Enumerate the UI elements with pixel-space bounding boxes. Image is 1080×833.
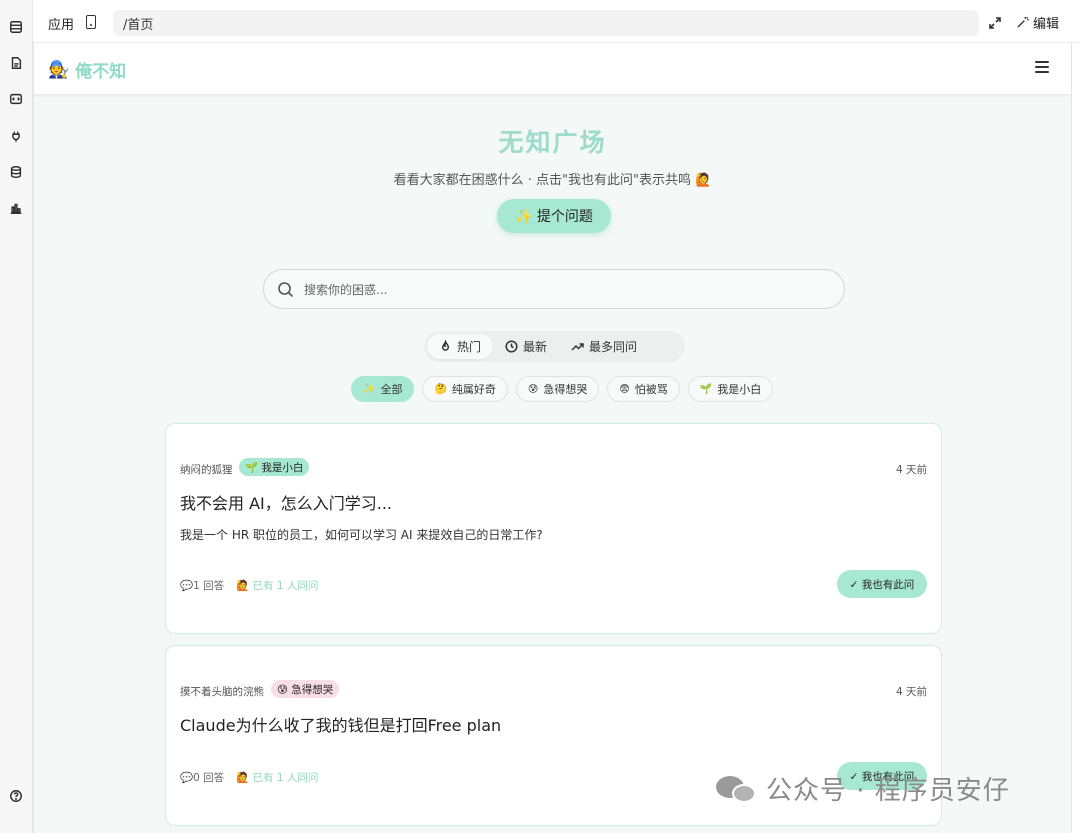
database-icon[interactable] — [8, 164, 24, 180]
address-bar: 应用 /首页 编辑 — [33, 0, 1080, 43]
tab-label: 最多同问 — [589, 340, 638, 354]
search-icon — [278, 282, 294, 298]
question-stats: 💬1 回答 🙋 已有 1 人同问 — [180, 578, 318, 593]
search-box — [263, 269, 845, 309]
me-too-button[interactable]: ✓ 我也有此问 — [837, 570, 927, 598]
brand-name: 俺不知 — [75, 62, 127, 82]
layers-icon[interactable] — [8, 19, 24, 35]
tab-hot[interactable]: 热门 — [427, 334, 494, 359]
help-icon[interactable] — [8, 788, 24, 804]
watermark: 公众号 · 程序员安仔 — [716, 770, 1010, 807]
tab-most-same[interactable]: 最多同问 — [559, 334, 649, 359]
url-path-field[interactable]: /首页 — [113, 10, 979, 36]
expand-icon[interactable] — [988, 15, 1002, 29]
question-title[interactable]: Claude为什么收了我的钱但是打回Free plan — [180, 712, 501, 736]
question-author: 纳闷的狐狸 — [180, 464, 233, 476]
file-icon[interactable] — [8, 55, 24, 71]
mood-tag: 🌱 我是小白 — [239, 458, 310, 476]
category-filters: ✨ 全部 🤔 纯属好奇 😰 急得想哭 😨 怕被骂 🌱 我是小白 — [351, 376, 774, 402]
question-time: 4 天前 — [895, 686, 927, 698]
anxious-face-icon: 😰 — [527, 383, 539, 395]
search-input[interactable] — [304, 280, 824, 300]
app-label[interactable]: 应用 — [48, 14, 74, 33]
fearful-face-icon: 😨 — [619, 383, 630, 395]
filter-label: 我是小白 — [717, 383, 762, 396]
left-rail — [0, 0, 33, 833]
filter-newbie[interactable]: 🌱 我是小白 — [687, 376, 774, 402]
filter-all[interactable]: ✨ 全部 — [351, 376, 415, 402]
page-subtitle: 看看大家都在困惑什么 · 点击"我也有此问"表示共鸣 🙋 — [393, 173, 712, 188]
filter-anxious[interactable]: 😰 急得想哭 — [515, 376, 600, 402]
same-question-count: 🙋 已有 1 人同问 — [236, 580, 319, 592]
wechat-logo-icon — [716, 772, 758, 806]
magic-wand-icon — [1017, 16, 1029, 28]
filter-label: 全部 — [380, 383, 403, 396]
filter-label: 怕被骂 — [634, 383, 668, 396]
question-card[interactable]: 纳闷的狐狸 🌱 我是小白 4 天前 我不会用 AI，怎么入门学习... 我是一个… — [165, 423, 942, 634]
mascot-icon: 🧑‍🔧 — [48, 59, 70, 80]
edit-button[interactable]: 编辑 — [1016, 13, 1059, 32]
question-author: 摸不着头脑的浣熊 — [180, 686, 264, 698]
app-preview: 🧑‍🔧 俺不知 无知广场 看看大家都在困惑什么 · 点击"我也有此问"表示共鸣 … — [33, 43, 1072, 833]
question-body: 我是一个 HR 职位的员工，如何可以学习 AI 来提效自己的日常工作? — [180, 528, 543, 542]
filter-afraid[interactable]: 😨 怕被骂 — [607, 376, 680, 402]
flame-icon — [441, 340, 450, 351]
filter-label: 纯属好奇 — [451, 383, 496, 396]
tab-label: 热门 — [457, 340, 482, 354]
question-time: 4 天前 — [895, 464, 927, 476]
tab-latest[interactable]: 最新 — [493, 334, 559, 359]
mood-tag: 😰 急得想哭 — [271, 680, 340, 698]
watermark-text: 公众号 · 程序员安仔 — [766, 776, 1010, 806]
brand-logo[interactable]: 🧑‍🔧 俺不知 — [48, 57, 127, 83]
question-title[interactable]: 我不会用 AI，怎么入门学习... — [180, 490, 392, 514]
answer-count: 💬1 回答 — [180, 580, 225, 592]
edit-label: 编辑 — [1033, 17, 1060, 32]
answer-count: 💬0 回答 — [180, 772, 225, 784]
app-header: 🧑‍🔧 俺不知 — [34, 43, 1071, 95]
trending-up-icon — [571, 343, 584, 351]
page-title: 无知广场 — [498, 128, 607, 157]
clock-icon — [505, 340, 518, 353]
plug-icon[interactable] — [8, 128, 24, 144]
same-question-count: 🙋 已有 1 人同问 — [236, 772, 319, 784]
mobile-preview-icon[interactable] — [86, 15, 96, 29]
code-icon[interactable] — [8, 91, 24, 107]
seedling-icon: 🌱 — [699, 383, 713, 395]
question-stats: 💬0 回答 🙋 已有 1 人同问 — [180, 770, 318, 785]
ask-question-button[interactable]: ✨ 提个问题 — [497, 199, 611, 233]
filter-label: 急得想哭 — [543, 383, 588, 396]
filter-curious[interactable]: 🤔 纯属好奇 — [422, 376, 508, 402]
tab-label: 最新 — [523, 340, 548, 354]
sort-tabs: 热门 最新 最多同问 — [424, 331, 685, 362]
hamburger-menu-icon[interactable] — [1035, 61, 1049, 73]
thinking-face-icon: 🤔 — [434, 383, 447, 395]
bar-chart-icon[interactable] — [8, 200, 24, 216]
sparkles-icon: ✨ — [363, 383, 376, 395]
